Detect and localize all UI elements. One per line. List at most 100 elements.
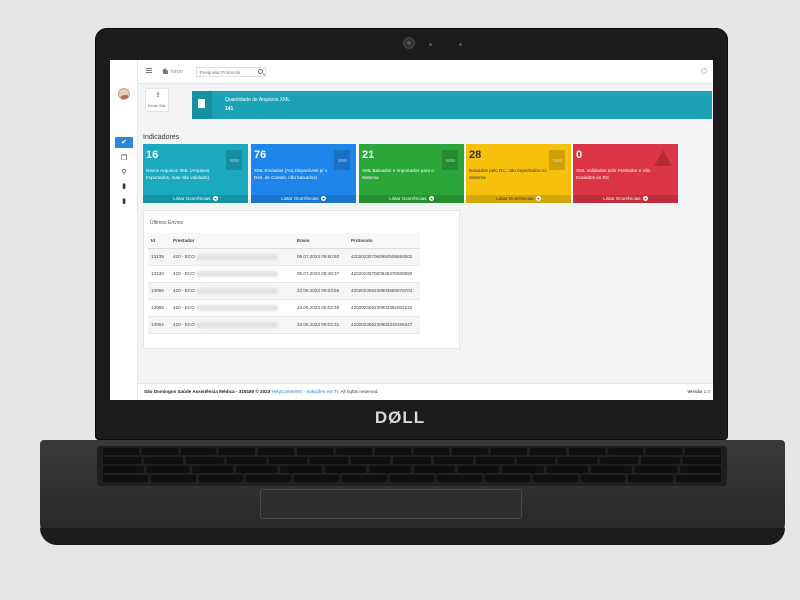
list-occurrences-link[interactable]: Listar Ocorrências ➜	[466, 195, 571, 203]
gear-icon[interactable]	[701, 68, 707, 74]
table-row[interactable]: 13139 420 - ECO 06.07.2023 09:50:50 4202…	[148, 248, 420, 266]
column-header: Protocolo	[348, 233, 420, 249]
file-icon[interactable]: ▮	[115, 181, 133, 191]
cell-protocolo: 420202306230903392004222	[348, 299, 420, 317]
search-icon[interactable]	[258, 69, 263, 74]
home-link[interactable]: Início	[171, 69, 183, 75]
search-icon[interactable]: ⚲	[115, 167, 133, 177]
laptop-base-edge	[40, 528, 785, 545]
upload-icon: ⇪	[155, 92, 161, 99]
cell-prestador: 420 - ECO	[170, 265, 294, 283]
indicator-card-downloaded: 21 XML Baixados e Importados para o Sist…	[359, 144, 464, 203]
arrow-right-icon: ➜	[428, 196, 434, 202]
card-value: 21	[362, 149, 375, 161]
card-description: XML Validados pelo Prestador e não Envia…	[576, 168, 651, 180]
card-description: Baixados pelo RC, não Importados no Sist…	[469, 168, 547, 180]
xml-file-icon	[192, 91, 212, 119]
cell-envio: 23.06.2023 09:03:31	[294, 316, 348, 334]
upload-label: Enviar XML	[147, 104, 167, 108]
cell-protocolo: 420202307060950508650002	[348, 248, 420, 266]
column-header: Envio	[294, 233, 348, 249]
card-value: 28	[469, 149, 482, 161]
column-header: Prestador	[170, 233, 294, 249]
redacted-text	[195, 253, 278, 260]
copy-icon[interactable]: ❐	[115, 153, 133, 163]
arrow-right-icon: ➜	[212, 196, 218, 202]
table-row[interactable]: 13138 420 - ECO 06.07.2023 09:48:37 4202…	[148, 265, 420, 283]
cell-protocolo: 420202307060948376939992	[348, 265, 420, 283]
xml-count-title: Quantidade de Arquivos XML	[225, 97, 291, 103]
file-download-icon	[442, 150, 458, 170]
check-icon[interactable]: ✔	[115, 137, 133, 148]
card-description: XML Enviados (Arq.Disponíveis p/ o Res. …	[254, 168, 328, 180]
cell-id: 13064	[148, 316, 170, 334]
card-value: 76	[254, 149, 267, 161]
file-download-icon	[549, 150, 565, 170]
webcam-icon	[403, 37, 415, 49]
top-bar: Início	[138, 60, 713, 84]
footer-copyright: São Domingos Saúde Assistência Médica - …	[144, 389, 379, 394]
column-header: Id	[148, 233, 170, 249]
indicator-card-new: 16 Novos Arquivos XML (Arquivos Importad…	[143, 144, 248, 203]
app-screen: ✔ ❐ ⚲ ▮ ▮ Início ⇪ Enviar XML Quantidade…	[110, 60, 713, 400]
file-icon[interactable]: ▮	[115, 196, 133, 206]
cell-prestador: 420 - ECO	[170, 248, 294, 266]
avatar[interactable]	[118, 88, 130, 100]
list-occurrences-link[interactable]: Listar Ocorrências ➜	[143, 195, 248, 203]
cell-envio: 23.06.2023 09:03:39	[294, 299, 348, 317]
file-export-icon	[334, 150, 350, 170]
cell-prestador: 420 - ECO	[170, 316, 294, 334]
panel-title: Últimos Envios	[150, 220, 184, 226]
hamburger-menu-icon[interactable]	[146, 68, 152, 73]
card-description: Novos Arquivos XML (Arquivos Importados,…	[146, 168, 210, 180]
sensor-dot	[459, 43, 462, 46]
cell-id: 13138	[148, 265, 170, 283]
xml-count-value: 141	[225, 106, 234, 112]
cell-id: 13139	[148, 248, 170, 266]
keyboard	[97, 446, 727, 486]
file-import-icon	[226, 150, 242, 170]
indicator-card-validated: 0 XML Validados pelo Prestador e não Env…	[573, 144, 678, 203]
cell-envio: 23.06.2023 09:03:55	[294, 282, 348, 300]
redacted-text	[195, 321, 278, 328]
redacted-text	[195, 270, 278, 277]
recent-sends-table: Id Prestador Envio Protocolo 13139 420 -…	[148, 233, 420, 334]
footer-version: Versão 1.0	[687, 389, 710, 394]
redacted-text	[195, 304, 278, 311]
section-title: Indicadores	[143, 134, 180, 141]
brand-logo: DØLL	[374, 408, 426, 427]
cell-envio: 06.07.2023 09:50:50	[294, 248, 348, 266]
cell-id: 13065	[148, 299, 170, 317]
table-row[interactable]: 13064 420 - ECO 23.06.2023 09:03:31 4202…	[148, 316, 420, 334]
footer-link[interactable]: HelpCenterWS - Soluções em TI	[272, 389, 339, 394]
cell-protocolo: 420202306230903555676704	[348, 282, 420, 300]
arrow-right-icon: ➜	[642, 196, 648, 202]
arrow-right-icon: ➜	[320, 196, 326, 202]
sidebar: ✔ ❐ ⚲ ▮ ▮	[110, 60, 138, 400]
list-occurrences-link[interactable]: Listar Ocorrências ➜	[359, 195, 464, 203]
card-value: 16	[146, 149, 159, 161]
indicator-card-sent: 76 XML Enviados (Arq.Disponíveis p/ o Re…	[251, 144, 356, 203]
card-description: XML Baixados e Importados para o Sistema	[362, 168, 434, 180]
home-icon[interactable]	[162, 68, 169, 74]
card-value: 0	[576, 149, 583, 161]
list-occurrences-link[interactable]: Listar Ocorrências ➜	[251, 195, 356, 203]
page-footer: São Domingos Saúde Assistência Médica - …	[138, 383, 713, 400]
list-occurrences-link[interactable]: Listar Ocorrências ➜	[573, 195, 678, 203]
redacted-text	[195, 287, 278, 294]
cell-id: 13066	[148, 282, 170, 300]
indicator-card-rc: 28 Baixados pelo RC, não Importados no S…	[466, 144, 571, 203]
sensor-dot	[429, 43, 432, 46]
table-row[interactable]: 13065 420 - ECO 23.06.2023 09:03:39 4202…	[148, 299, 420, 317]
recent-sends-panel: Últimos Envios Id Prestador Envio Protoc…	[143, 210, 460, 349]
arrow-right-icon: ➜	[535, 196, 541, 202]
cell-prestador: 420 - ECO	[170, 299, 294, 317]
table-row[interactable]: 13066 420 - ECO 23.06.2023 09:03:55 4202…	[148, 282, 420, 300]
cell-protocolo: 420202306230903318166447	[348, 316, 420, 334]
cell-envio: 06.07.2023 09:48:37	[294, 265, 348, 283]
search-input[interactable]	[196, 67, 266, 77]
touchpad	[260, 489, 522, 519]
upload-xml-button[interactable]: ⇪ Enviar XML	[145, 88, 169, 112]
warning-icon	[654, 150, 672, 166]
xml-count-banner: Quantidade de Arquivos XML 141	[192, 91, 712, 119]
